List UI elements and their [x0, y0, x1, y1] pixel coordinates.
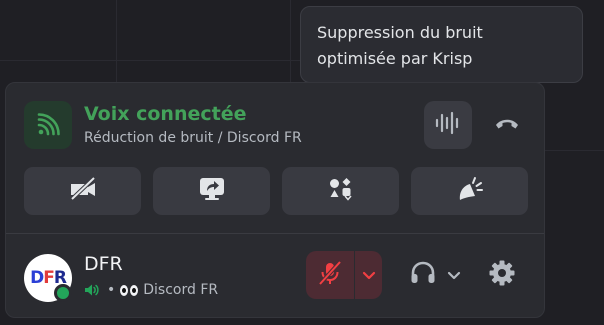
voice-channel-subtitle[interactable]: Réduction de bruit / Discord FR [84, 126, 302, 150]
soundboard-button[interactable] [411, 167, 528, 215]
action-buttons [24, 167, 528, 215]
disconnect-button[interactable] [483, 101, 531, 149]
phone-hangup-icon [493, 113, 521, 137]
user-info[interactable]: DFR • Discord FR [84, 251, 218, 300]
headphones-icon [409, 260, 437, 290]
chevron-down-icon [362, 266, 376, 285]
activities-button[interactable] [282, 167, 399, 215]
microphone-muted-icon [317, 260, 343, 290]
mute-control [306, 251, 382, 299]
status-text: Discord FR [143, 282, 219, 298]
camera-off-icon [68, 176, 98, 206]
avatar-letter-d: D [30, 268, 44, 288]
activities-icon [328, 176, 354, 206]
avatar-letter-f: F [43, 268, 55, 288]
signal-icon[interactable] [24, 101, 72, 149]
voice-panel: Voix connectée Réduction de bruit / Disc… [5, 82, 545, 318]
username: DFR [84, 253, 123, 275]
gear-icon [488, 259, 516, 291]
soundboard-icon [456, 176, 484, 206]
voice-status-title[interactable]: Voix connectée [84, 102, 302, 126]
mute-options-button[interactable] [355, 251, 382, 299]
deafen-button[interactable] [399, 251, 447, 299]
divider [6, 233, 544, 234]
chevron-down-icon [447, 266, 461, 285]
user-status: • Discord FR [84, 280, 218, 300]
noise-suppression-tooltip: Suppression du bruit optimisée par Krisp [300, 6, 583, 83]
tooltip-line-1: Suppression du bruit [317, 23, 483, 42]
mute-button[interactable] [306, 251, 354, 299]
noise-suppression-button[interactable] [424, 101, 472, 149]
audio-options-button[interactable] [444, 251, 464, 299]
status-bullet: • [107, 282, 116, 298]
user-avatar[interactable]: DFR [24, 254, 72, 302]
eyes-emoji [120, 284, 139, 296]
settings-button[interactable] [478, 251, 526, 299]
screen-share-button[interactable] [153, 167, 270, 215]
screen-share-icon [198, 176, 226, 206]
speaker-icon [84, 283, 100, 297]
online-status-dot [54, 284, 72, 302]
tooltip-line-2: optimisée par Krisp [317, 49, 473, 68]
voice-connection: Voix connectée Réduction de bruit / Disc… [24, 101, 302, 150]
camera-button[interactable] [24, 167, 141, 215]
noise-suppression-icon [434, 111, 462, 139]
